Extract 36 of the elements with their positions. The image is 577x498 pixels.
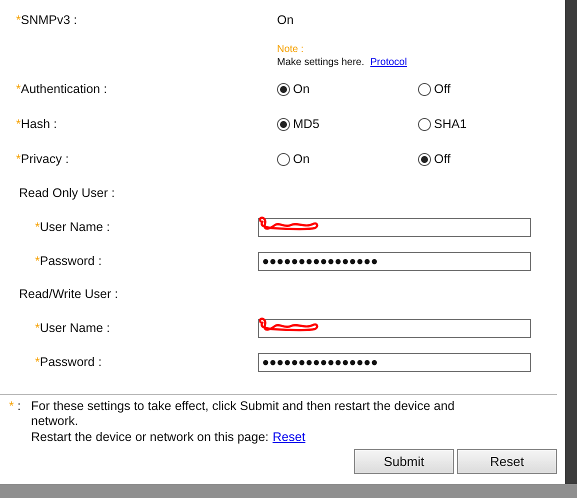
input-field[interactable] [258, 318, 531, 338]
note-title: Note : [277, 43, 304, 56]
field-label: *Authentication : [16, 82, 108, 96]
option-label: SHA1 [434, 116, 467, 134]
field-label: *Privacy : [16, 152, 69, 166]
restart-text: Restart the device or network on this page: [31, 430, 269, 445]
note-text: Make settings here. [277, 56, 364, 69]
field-label: *User Name : [35, 320, 110, 335]
field-label: *Password : [35, 354, 102, 369]
field-label: *SNMPv3 : [16, 12, 78, 27]
radio-button[interactable] [418, 153, 431, 166]
radio-button[interactable] [418, 118, 431, 131]
footnote-text: For these settings to take effect, click Submit and then restart the device and network. [31, 399, 456, 429]
input-field[interactable]: ●●●●●●●●●●●●●●●● [258, 352, 531, 372]
submit-button[interactable]: Submit [354, 449, 454, 474]
option-label: Off [434, 81, 450, 98]
protocol-link[interactable]: Protocol [370, 56, 407, 69]
option-label: MD5 [293, 116, 320, 134]
field-value: On [277, 12, 294, 29]
radio-button[interactable] [418, 83, 431, 96]
input-field[interactable] [258, 218, 531, 236]
option-label: On [293, 81, 310, 98]
reset-link[interactable]: Reset [272, 430, 306, 445]
input-field[interactable]: ●●●●●●●●●●●●●●●● [258, 252, 531, 270]
field-label: *Hash : [16, 117, 58, 132]
option-label: Off [434, 151, 450, 168]
footnote-marker: * : [9, 399, 22, 415]
section-label: Read Only User : [19, 185, 115, 202]
field-label: *User Name : [35, 220, 110, 234]
radio-button[interactable] [277, 118, 290, 131]
radio-button[interactable] [277, 83, 290, 96]
field-label: *Password : [35, 254, 102, 268]
section-label: Read/Write User : [19, 286, 118, 304]
reset-button[interactable]: Reset [457, 449, 557, 474]
option-label: On [293, 151, 310, 168]
radio-button[interactable] [277, 153, 290, 166]
